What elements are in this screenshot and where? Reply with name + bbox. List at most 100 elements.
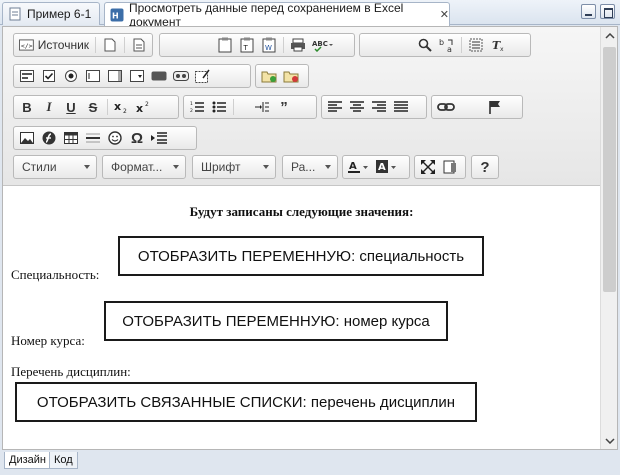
show-blocks-button[interactable] [439,157,461,177]
print-button[interactable] [287,35,309,55]
vertical-scrollbar[interactable] [600,27,617,449]
tab-example-6-1[interactable]: Пример 6-1 [2,2,100,25]
specialty-variable[interactable]: ОТОБРАЗИТЬ ПЕРЕМЕННУЮ: специальность [118,236,484,276]
toolbar-group-forms [13,64,251,88]
button-element-button[interactable] [148,66,170,86]
bold-button[interactable]: B [16,97,38,117]
close-tab-icon[interactable]: ✕ [440,8,449,21]
text-field-button[interactable] [82,66,104,86]
svg-text:2: 2 [190,108,193,114]
editor-content[interactable]: Будут записаны следующие значения: Специ… [3,186,600,449]
svg-text:A: A [349,161,357,172]
maximize-editor-button[interactable] [417,157,439,177]
subscript-button[interactable]: x2 [111,97,133,117]
size-combo[interactable]: Ра... [282,155,338,179]
find-button[interactable] [414,35,436,55]
toolbar-group-basicstyles: B I U S x2 x2 [13,95,179,119]
checkbox-button[interactable] [38,66,60,86]
hidden-field-button[interactable] [192,66,214,86]
align-right-button[interactable] [368,97,390,117]
flash-icon [42,131,56,145]
image-button[interactable] [16,128,38,148]
numbered-list-icon: 12 [190,101,204,114]
source-button[interactable]: </> Источник [16,35,92,55]
anchor-button[interactable] [484,97,506,117]
numbered-list-button[interactable]: 12 [186,97,208,117]
horizontal-rule-button[interactable] [82,128,104,148]
help-button[interactable]: ? [474,157,496,177]
paste-text-button[interactable]: T [236,35,258,55]
italic-button[interactable]: I [38,97,60,117]
align-center-button[interactable] [346,97,368,117]
svg-text:x: x [500,46,504,52]
format-combo[interactable]: Формат... [102,155,186,179]
tab-preview-excel[interactable]: H Просмотреть данные перед сохранением в… [104,1,450,29]
toolbar-group-templates [255,64,309,88]
link-button[interactable] [434,97,458,117]
scroll-up-icon[interactable] [601,27,618,44]
chevron-down-icon [173,165,179,169]
tab-label: Пример 6-1 [27,7,92,21]
image-button-button[interactable] [170,66,192,86]
paste-word-button[interactable]: W [258,35,280,55]
image-icon [20,132,34,144]
printer-icon [291,38,305,52]
replace-button[interactable]: ba [436,35,458,55]
toolbar-group-document: </> Источник [13,33,153,57]
show-blocks-icon [443,160,456,174]
smiley-button[interactable] [104,128,126,148]
select-field-button[interactable] [126,66,148,86]
templates-button[interactable] [128,35,150,55]
bulleted-list-button[interactable] [208,97,230,117]
toolbar-group-insert: Ω [13,126,197,150]
superscript-button[interactable]: x2 [133,97,155,117]
form-button[interactable] [16,66,38,86]
scrollbar-thumb[interactable] [603,47,616,292]
justify-button[interactable] [390,97,412,117]
align-left-button[interactable] [324,97,346,117]
textarea-button[interactable] [104,66,126,86]
spellcheck-icon: ABC [312,40,333,52]
underline-button[interactable]: U [60,97,82,117]
tab-code[interactable]: Код [49,452,78,469]
disciplines-variable[interactable]: ОТОБРАЗИТЬ СВЯЗАННЫЕ СПИСКИ: перечень ди… [15,382,477,422]
document-icon [8,7,22,21]
strike-button[interactable]: S [82,97,104,117]
select-all-button[interactable] [465,35,487,55]
disciplines-label: Перечень дисциплин: [11,364,131,379]
form-icon [20,70,34,82]
new-page-icon [104,38,116,52]
new-page-button[interactable] [99,35,121,55]
create-div-button[interactable] [258,66,280,86]
maximize-icon [421,160,435,174]
svg-text:H: H [112,11,119,20]
styles-combo[interactable]: Стили [13,155,97,179]
radio-button[interactable] [60,66,82,86]
remove-format-button[interactable]: Tx [487,35,509,55]
page-break-button[interactable] [148,128,170,148]
special-char-button[interactable]: Ω [126,128,148,148]
svg-text:2: 2 [123,108,127,114]
maximize-button[interactable] [600,4,615,19]
indent-button[interactable] [251,97,273,117]
scroll-down-icon[interactable] [601,432,618,449]
spellcheck-button[interactable]: ABC [309,35,337,55]
paste-button[interactable] [214,35,236,55]
text-color-button[interactable]: A [345,157,373,177]
minimize-button[interactable] [581,4,596,19]
course-variable[interactable]: ОТОБРАЗИТЬ ПЕРЕМЕННУЮ: номер курса [104,301,448,341]
wysiwyg-editor: </> Источник T W ABC ba Tx B I U S x 2 x… [2,26,618,450]
svg-text:2: 2 [145,101,149,108]
flash-button[interactable] [38,128,60,148]
chevron-down-icon [325,165,331,169]
align-right-icon [372,101,386,112]
link-icon [437,103,455,111]
replace-icon: ba [439,38,453,53]
table-button[interactable] [60,128,82,148]
flag-icon [489,101,500,114]
tab-design[interactable]: Дизайн [4,452,51,469]
remove-div-button[interactable] [280,66,302,86]
blockquote-button[interactable]: ” [273,97,295,117]
font-combo[interactable]: Шрифт [192,155,276,179]
background-color-button[interactable]: A [373,157,401,177]
